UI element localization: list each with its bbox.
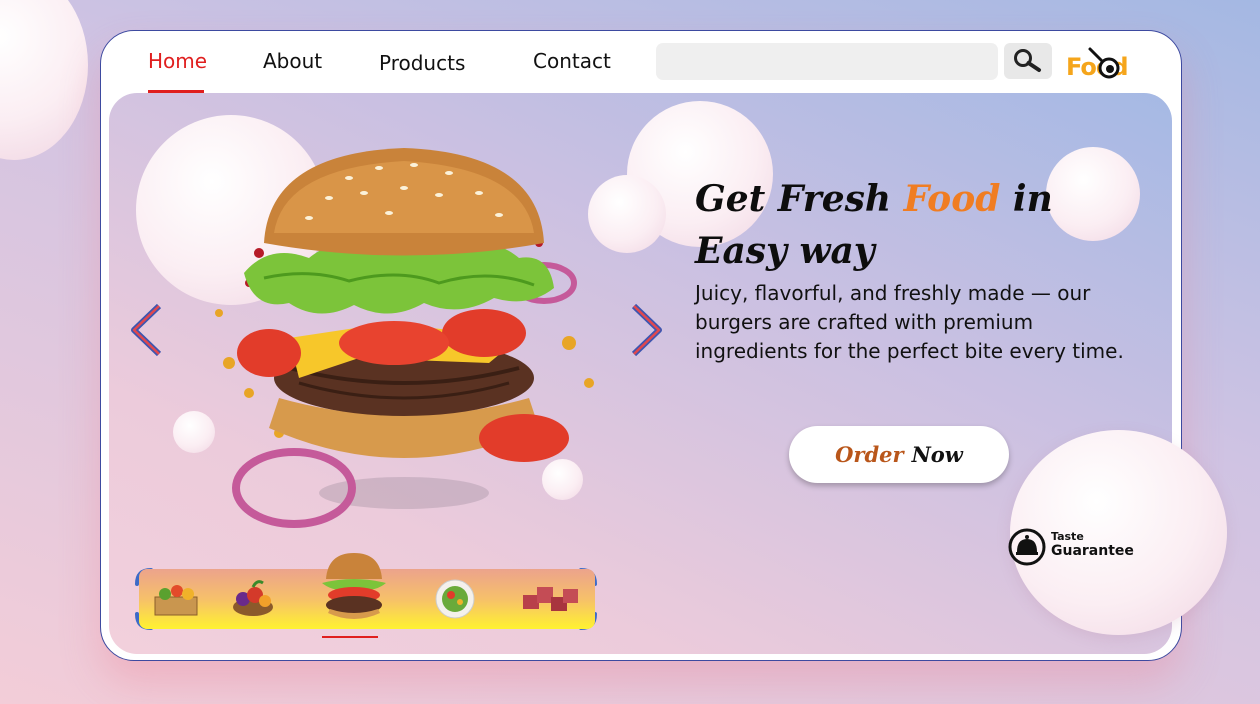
hero-headline: Get Fresh Food in Easy way (695, 173, 1055, 277)
thumb-vegetable-crate[interactable] (151, 579, 201, 619)
taste-guarantee-badge: Taste Guarantee (1008, 528, 1148, 568)
badge-line2: Guarantee (1051, 543, 1134, 559)
search-button[interactable] (1004, 43, 1052, 79)
thumb-fruit-basket[interactable] (227, 575, 279, 619)
nav-about[interactable]: About (263, 49, 322, 73)
pan-spoon-icon (1088, 47, 1120, 79)
magnifier-icon (1014, 49, 1041, 72)
chevron-left-icon[interactable] (129, 303, 163, 357)
chevron-right-icon[interactable] (630, 303, 664, 357)
food-dome-icon (1008, 528, 1046, 566)
headline-part1: Get Fresh (695, 178, 904, 220)
brand-logo[interactable]: Food (1064, 45, 1154, 85)
nav-contact[interactable]: Contact (533, 49, 611, 73)
thumb-meat-cubes[interactable] (519, 579, 583, 619)
headline-accent: Food (903, 178, 1001, 220)
decor-bubble (1046, 147, 1140, 241)
thumb-salad-bowl[interactable] (431, 577, 479, 621)
website-frame: Home About Products Contact Food Get Fre… (100, 30, 1182, 661)
order-word: Order (835, 442, 904, 467)
now-word: Now (911, 442, 963, 467)
thumbnail-strip (139, 553, 595, 629)
badge-line1: Taste (1051, 530, 1084, 543)
order-now-button[interactable]: Order Now (789, 426, 1009, 483)
search-input[interactable] (656, 43, 998, 80)
bg-bubble (0, 0, 88, 160)
hero-description: Juicy, flavorful, and freshly made — our… (695, 281, 1124, 363)
nav-products[interactable]: Products (379, 51, 465, 75)
thumb-burger[interactable] (314, 549, 394, 629)
hero-section: Get Fresh Food in Easy way Juicy, flavor… (109, 93, 1172, 654)
burger-illustration (215, 148, 594, 528)
thumbnail-active-underline (322, 636, 378, 638)
nav-home[interactable]: Home (148, 49, 207, 73)
